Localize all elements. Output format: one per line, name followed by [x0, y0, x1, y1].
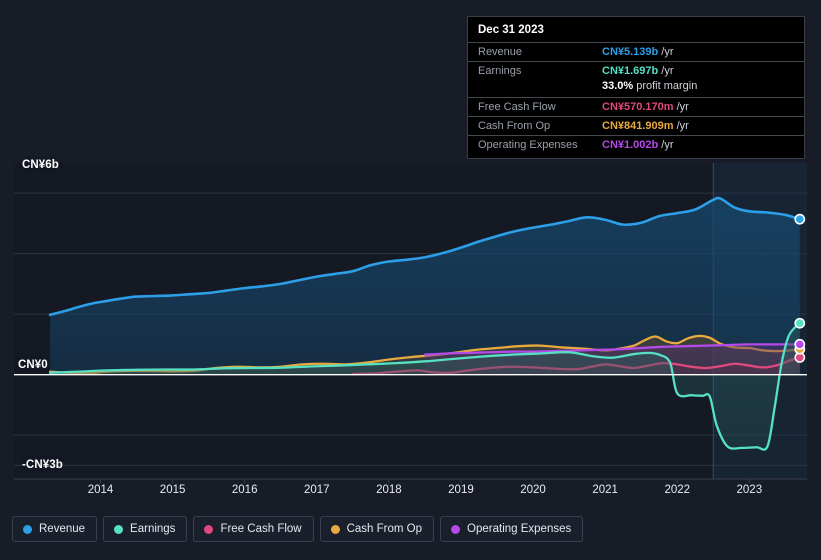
tooltip-row-value-group: 33.0% profit margin	[602, 80, 697, 92]
x-axis-label-2021: 2021	[592, 484, 618, 496]
legend-item-earnings[interactable]: Earnings	[103, 516, 188, 542]
tooltip-row: Earnings CN¥1.697b/yr	[468, 61, 804, 80]
tooltip-row-label: Free Cash Flow	[478, 101, 556, 113]
tooltip-row-label: Revenue	[478, 46, 523, 58]
tooltip-row-value-group: CN¥1.002b/yr	[602, 139, 674, 151]
x-axis-label-2015: 2015	[159, 484, 186, 496]
chart-tooltip: Dec 31 2023 Revenue CN¥5.139b/yr Earnings C…	[467, 16, 805, 159]
legend-color-dot	[114, 524, 124, 534]
financial-chart-page: CN¥6b CN¥0 -CN¥3b 2014 2015 2016 2017 2018 20…	[0, 0, 821, 560]
legend-item-free-cash-flow[interactable]: Free Cash Flow	[193, 516, 314, 542]
tooltip-row: 33.0% profit margin	[468, 80, 804, 97]
tooltip-row-value-group: CN¥570.170m/yr	[602, 101, 689, 113]
x-axis-label-2018: 2018	[376, 484, 402, 496]
legend-item-label: Cash From Op	[346, 523, 423, 535]
tooltip-row: Revenue CN¥5.139b/yr	[468, 42, 804, 61]
legend-color-dot	[23, 524, 32, 534]
legend-color-dot	[451, 524, 461, 534]
y-axis-label-top: CN¥6b	[22, 159, 59, 171]
chart-legend: Revenue Earnings Free Cash Flow Cash From O…	[12, 516, 584, 542]
tooltip-rows: Revenue CN¥5.139b/yr Earnings CN¥1.697b/yr 3…	[468, 42, 804, 154]
legend-item-label: Free Cash Flow	[220, 523, 302, 535]
legend-item-revenue[interactable]: Revenue	[12, 516, 98, 542]
x-axis-label-2016: 2016	[231, 484, 258, 496]
tooltip-row-unit: /yr	[661, 46, 674, 58]
tooltip-row-value-group: CN¥1.697b/yr	[602, 65, 674, 77]
legend-item-label: Operating Expenses	[467, 523, 572, 535]
tooltip-row-value: CN¥5.139b	[602, 46, 659, 58]
tooltip-row-value: CN¥841.909m	[602, 120, 674, 132]
legend-color-dot	[330, 524, 340, 534]
legend-item-label: Earnings	[130, 523, 176, 535]
tooltip-row: Operating Expenses CN¥1.002b/yr	[468, 135, 804, 154]
endpoint-marker-earnings[interactable]	[794, 317, 806, 329]
tooltip-row-value: 33.0%	[602, 80, 634, 92]
tooltip-row-value-group: CN¥841.909m/yr	[602, 120, 689, 132]
x-axis-label-2019: 2019	[448, 484, 474, 496]
tooltip-row-value: CN¥1.002b	[602, 139, 659, 151]
tooltip-row-unit: /yr	[661, 139, 674, 151]
tooltip-row-label: Earnings	[478, 65, 522, 77]
legend-item-cash-from-op[interactable]: Cash From Op	[319, 516, 435, 542]
endpoint-marker-operating-expenses[interactable]	[794, 338, 806, 350]
tooltip-row-label: Operating Expenses	[478, 139, 578, 151]
tooltip-row-label: Cash From Op	[478, 120, 551, 132]
legend-item-operating-expenses[interactable]: Operating Expenses	[440, 516, 584, 542]
tooltip-row-value: CN¥1.697b	[602, 65, 659, 77]
tooltip-row-value-group: CN¥5.139b/yr	[602, 46, 674, 58]
legend-item-label: Revenue	[39, 523, 86, 535]
x-axis-label-2020: 2020	[520, 484, 546, 496]
tooltip-row: Cash From Op CN¥841.909m/yr	[468, 116, 804, 135]
tooltip-row-value: CN¥570.170m	[602, 101, 674, 113]
x-axis-label-2022: 2022	[664, 484, 691, 496]
tooltip-row: Free Cash Flow CN¥570.170m/yr	[468, 97, 804, 116]
tooltip-row-note: profit margin	[636, 80, 698, 92]
x-axis-label-2023: 2023	[736, 484, 763, 496]
legend-color-dot	[204, 524, 214, 534]
tooltip-date: Dec 31 2023	[478, 24, 544, 36]
y-axis-label-bottom: -CN¥3b	[22, 459, 63, 471]
endpoint-marker-revenue[interactable]	[794, 213, 806, 225]
x-axis-label-2014: 2014	[87, 484, 114, 496]
tooltip-row-unit: /yr	[676, 101, 689, 113]
tooltip-row-unit: /yr	[661, 65, 674, 77]
tooltip-row-unit: /yr	[676, 120, 689, 132]
x-axis-label-2017: 2017	[303, 484, 330, 496]
y-axis-label-zero: CN¥0	[18, 359, 48, 371]
